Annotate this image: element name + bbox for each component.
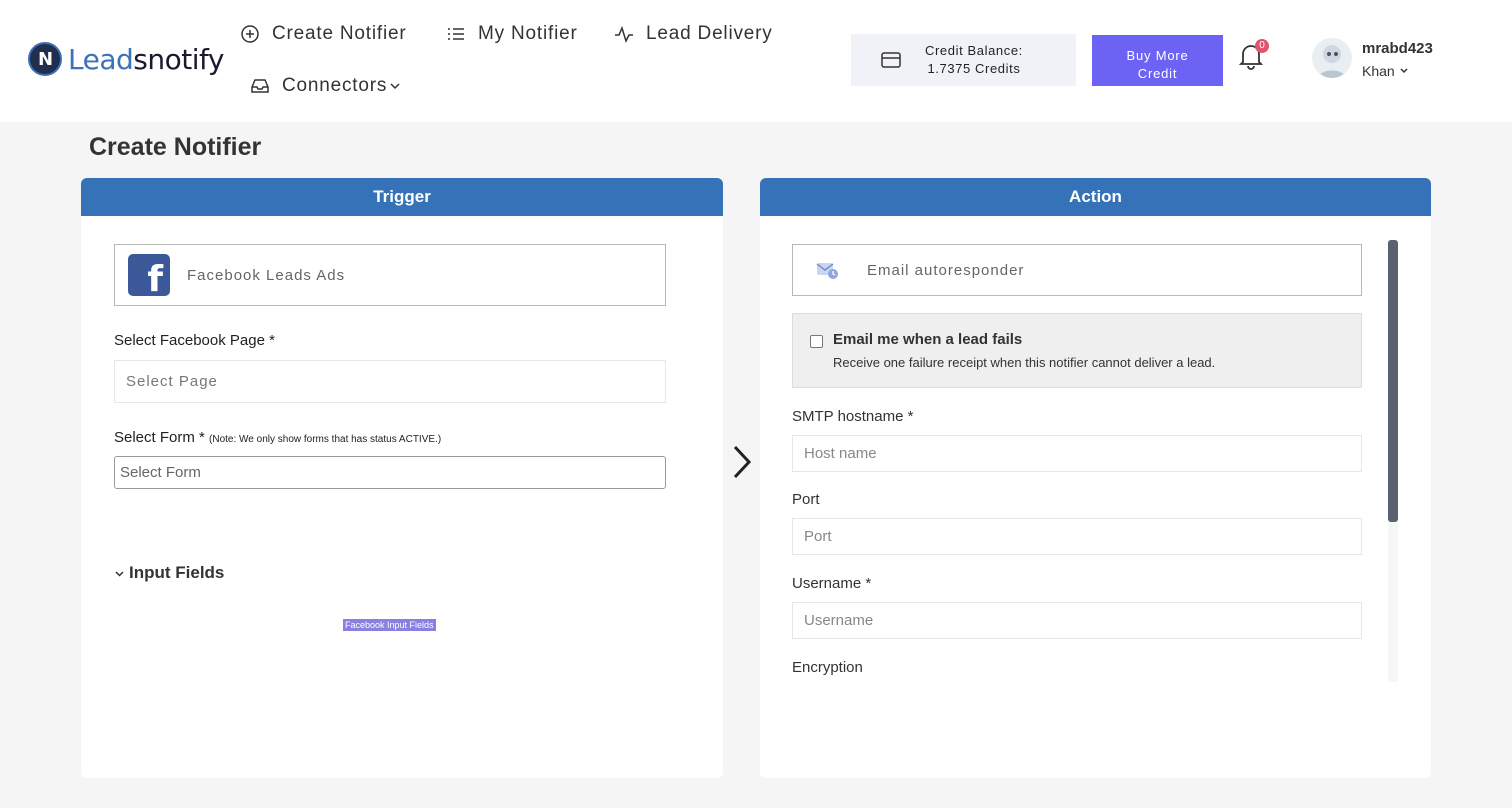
fail-notification-checkbox[interactable]	[810, 335, 823, 348]
nav-my-label: My Notifier	[478, 23, 578, 44]
activity-icon	[615, 25, 633, 44]
trigger-app-selector[interactable]: f Facebook Leads Ads	[114, 244, 666, 306]
user-avatar-icon	[1318, 45, 1346, 78]
nav-lead-delivery[interactable]: Lead Delivery	[614, 23, 773, 45]
facebook-input-fields-tag: Facebook Input Fields	[343, 619, 436, 631]
chevron-right-icon	[733, 445, 752, 479]
facebook-icon: f	[128, 254, 170, 300]
scrollbar-thumb[interactable]	[1388, 240, 1398, 522]
chevron-down-icon	[115, 570, 124, 577]
buy-more-credit-button[interactable]: Buy More Credit	[1092, 35, 1223, 86]
encryption-label: Encryption	[792, 659, 863, 676]
nav-connectors[interactable]: Connectors	[250, 75, 401, 97]
username-input[interactable]: Username	[792, 602, 1362, 639]
trigger-app-label: Facebook Leads Ads	[187, 266, 346, 284]
input-fields-toggle[interactable]: Input Fields	[114, 563, 224, 583]
trigger-panel: Trigger f Facebook Leads Ads Select Face…	[81, 178, 723, 778]
nav-lead-label: Lead Delivery	[646, 23, 773, 44]
brand-logo[interactable]: N Leadsnotify	[28, 42, 224, 76]
avatar[interactable]	[1312, 38, 1352, 78]
form-label: Select Form * (Note: We only show forms …	[114, 429, 441, 446]
logo-mark-icon: N	[28, 42, 62, 76]
nav-create-notifier[interactable]: Create Notifier	[240, 23, 407, 45]
input-fields-label: Input Fields	[129, 563, 225, 582]
page-title: Create Notifier	[89, 133, 262, 161]
user-name: mrabd423	[1362, 40, 1433, 57]
user-menu-toggle[interactable]: Khan	[1362, 63, 1409, 79]
credit-text: Credit Balance: 1.7375 Credits	[925, 43, 1023, 76]
action-app-selector[interactable]: Email autoresponder	[792, 244, 1362, 296]
smtp-hostname-label: SMTP hostname *	[792, 408, 914, 425]
smtp-hostname-input[interactable]: Host name	[792, 435, 1362, 472]
list-icon	[448, 28, 464, 40]
port-label: Port	[792, 491, 820, 508]
action-app-label: Email autoresponder	[867, 261, 1025, 279]
credit-balance: Credit Balance: 1.7375 Credits	[851, 34, 1076, 86]
form-select[interactable]: Select Form	[114, 456, 666, 489]
inbox-icon	[251, 79, 269, 93]
plus-circle-icon	[241, 25, 259, 43]
action-panel: Action Email autoresponder Email me when…	[760, 178, 1431, 778]
user-last-name: Khan	[1362, 63, 1395, 79]
top-header: N Leadsnotify Create Notifier My Notifie…	[0, 0, 1512, 122]
action-header: Action	[760, 178, 1431, 216]
credit-card-icon	[881, 52, 901, 68]
notification-count-badge: 0	[1255, 39, 1269, 53]
port-input[interactable]: Port	[792, 518, 1362, 555]
fail-notification-desc: Receive one failure receipt when this no…	[833, 355, 1216, 370]
logo-text: Leadsnotify	[68, 42, 224, 76]
email-autoresponder-icon	[816, 263, 838, 279]
username-label: Username *	[792, 575, 872, 592]
chevron-down-icon	[390, 83, 400, 90]
trigger-header: Trigger	[81, 178, 723, 216]
nav-create-label: Create Notifier	[272, 23, 407, 44]
form-label-text: Select Form *	[114, 429, 205, 446]
nav-my-notifier[interactable]: My Notifier	[446, 23, 578, 45]
facebook-page-select[interactable]: Select Page	[114, 360, 666, 403]
facebook-page-label: Select Facebook Page *	[114, 332, 275, 349]
chevron-down-icon	[1400, 68, 1408, 74]
fail-notification-title: Email me when a lead fails	[833, 331, 1023, 348]
form-note: (Note: We only show forms that has statu…	[209, 434, 442, 445]
nav-connectors-label: Connectors	[282, 75, 388, 96]
fail-notification-box: Email me when a lead fails Receive one f…	[792, 313, 1362, 388]
